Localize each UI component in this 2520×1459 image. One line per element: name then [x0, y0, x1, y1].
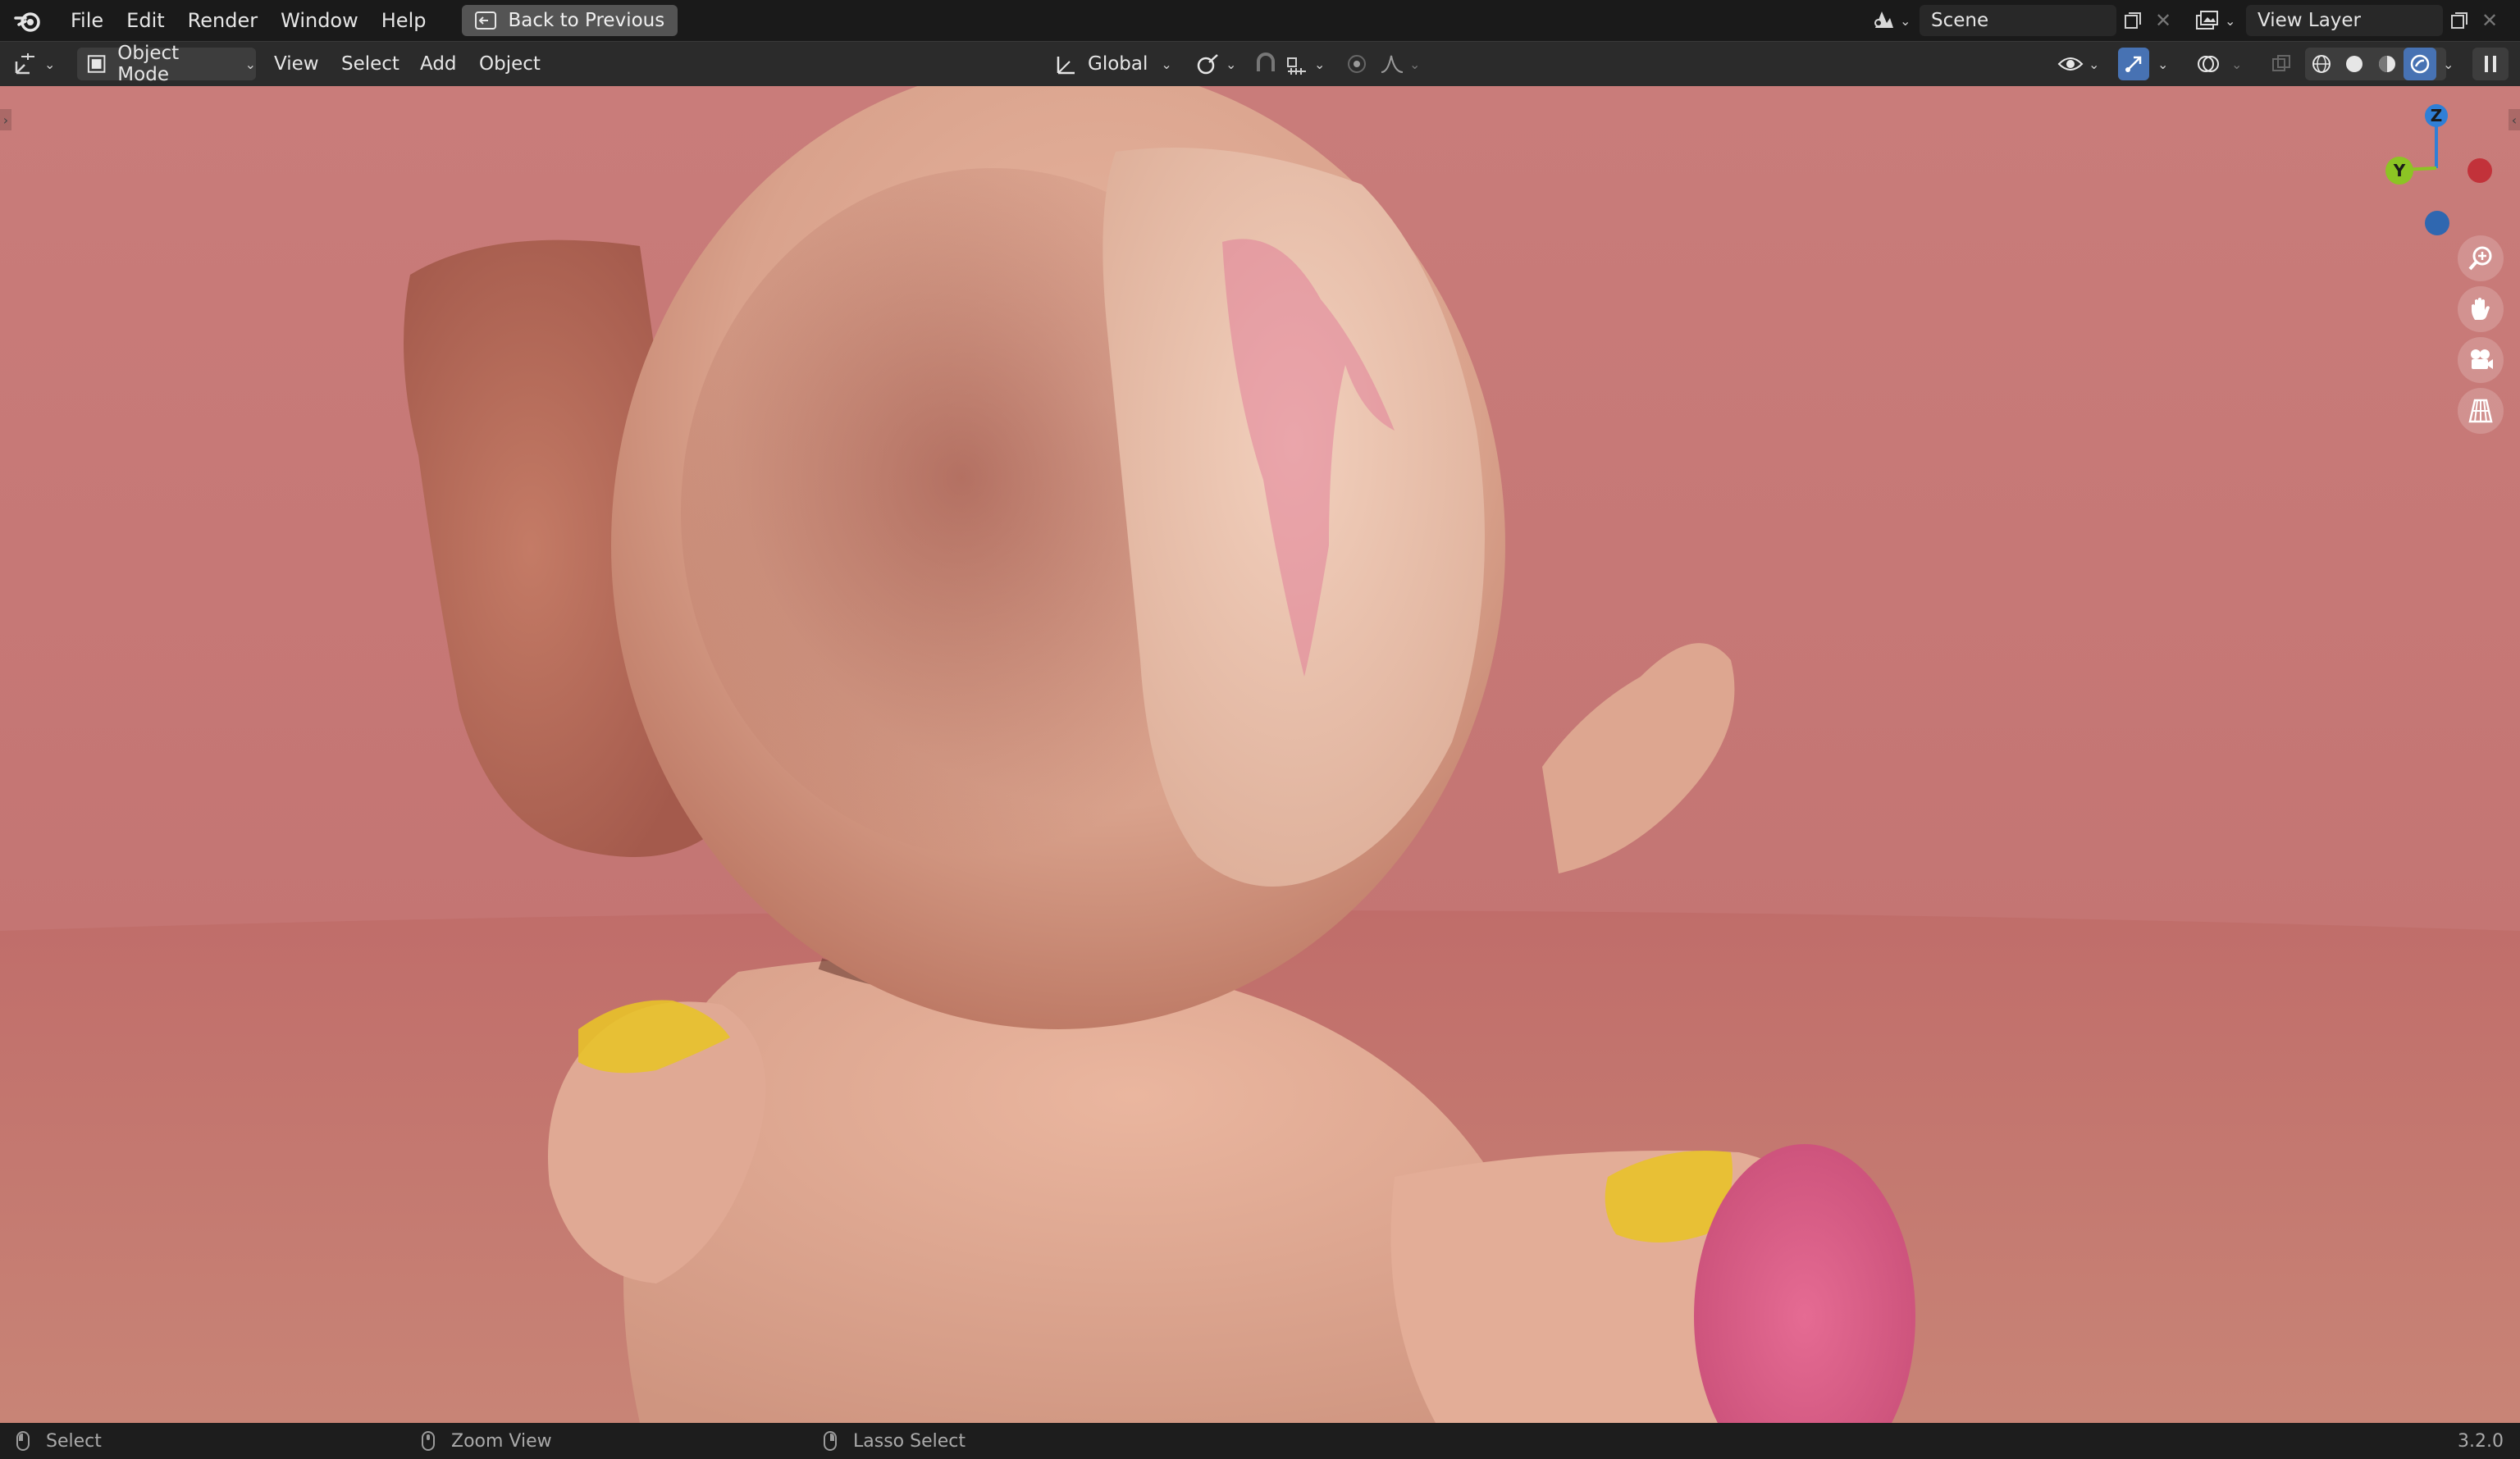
rendered-scene	[0, 86, 2520, 1423]
version-label: 3.2.0	[2458, 1430, 2504, 1452]
camera-view-button[interactable]	[2458, 337, 2504, 383]
view-layer-field[interactable]: View Layer	[2246, 5, 2443, 36]
mode-label: Object Mode	[117, 43, 180, 85]
axes-icon	[15, 53, 34, 75]
status-select-hint: Select	[16, 1423, 102, 1459]
menu-render[interactable]: Render	[176, 0, 269, 41]
view-layer-type-icon[interactable]: ⌄	[2195, 7, 2241, 34]
proportional-falloff-dropdown[interactable]: ⌄	[1380, 48, 1429, 80]
header-menu-select[interactable]: Select	[341, 48, 399, 80]
pivot-point-dropdown[interactable]: ⌄	[1196, 48, 1242, 80]
status-lasso-label: Lasso Select	[853, 1430, 966, 1452]
snap-toggle[interactable]	[1253, 48, 1283, 80]
mouse-middle-icon	[422, 1431, 435, 1451]
overlays-toggle[interactable]	[2192, 48, 2225, 80]
snap-increment-icon	[1287, 57, 1306, 75]
main-menu: File Edit Render Window Help	[59, 0, 437, 41]
back-icon	[475, 11, 497, 30]
viewport-header: ⌄ Object Mode ⌄ View Select Add Object G…	[0, 41, 2520, 86]
snap-target-dropdown[interactable]: ⌄	[1285, 48, 1332, 80]
gizmo-z-label: Z	[2430, 106, 2443, 125]
toolbar-toggle-arrow[interactable]: ›	[0, 109, 11, 130]
eye-icon	[2057, 57, 2084, 71]
shading-dropdown[interactable]: ⌄	[2438, 48, 2461, 80]
scene-field[interactable]: Scene	[1920, 5, 2116, 36]
pan-button[interactable]	[2458, 286, 2504, 332]
header-menu-object[interactable]: Object	[479, 48, 541, 80]
status-zoom-label: Zoom View	[451, 1430, 552, 1452]
gizmo-y-axis[interactable]: Y	[2385, 157, 2413, 185]
perspective-toggle-button[interactable]	[2458, 388, 2504, 434]
menu-edit[interactable]: Edit	[115, 0, 176, 41]
gizmo-y-label: Y	[2393, 161, 2406, 180]
zoom-icon	[2468, 246, 2492, 271]
material-icon	[2379, 56, 2395, 72]
wireframe-icon	[2312, 55, 2331, 73]
xray-icon	[2272, 55, 2290, 71]
delete-view-layer-icon[interactable]: ✕	[2477, 7, 2502, 34]
pause-render-button[interactable]	[2472, 48, 2509, 80]
zoom-button[interactable]	[2458, 235, 2504, 281]
falloff-icon	[1381, 55, 1404, 73]
shading-buttons	[2305, 48, 2446, 80]
gizmo-toggle[interactable]	[2118, 48, 2149, 80]
delete-scene-icon[interactable]: ✕	[2151, 7, 2175, 34]
transform-orientation-dropdown[interactable]: Global ⌄	[1053, 48, 1185, 80]
solid-shading-button[interactable]	[2338, 48, 2371, 80]
grid-icon	[2468, 399, 2493, 423]
mouse-right-icon	[824, 1431, 837, 1451]
view-layer-name: View Layer	[2258, 10, 2362, 31]
xray-toggle[interactable]	[2267, 48, 2295, 80]
status-select-label: Select	[46, 1430, 102, 1452]
hand-icon	[2472, 298, 2490, 320]
pause-icon	[2485, 56, 2496, 72]
gizmo-z-axis[interactable]: Z	[2425, 104, 2448, 127]
rendered-shading-button[interactable]	[2404, 48, 2436, 80]
mode-selector[interactable]: Object Mode ⌄	[77, 43, 256, 85]
gizmo-icon	[2125, 56, 2142, 72]
orientation-label: Global	[1088, 53, 1148, 75]
header-menu-view[interactable]: View	[274, 48, 319, 80]
camera-icon	[2471, 349, 2493, 369]
menu-help[interactable]: Help	[370, 0, 438, 41]
sidebar-toggle-arrow[interactable]: ‹	[2509, 109, 2520, 130]
back-to-previous-button[interactable]: Back to Previous	[462, 5, 678, 36]
top-bar: File Edit Render Window Help Back to Pre…	[0, 0, 2520, 41]
scene-name: Scene	[1931, 10, 1989, 31]
scene-type-icon[interactable]: ⌄	[1870, 7, 1916, 34]
orientation-icon	[1057, 57, 1075, 75]
gizmo-z-axis-negative[interactable]	[2425, 211, 2449, 235]
3d-viewport[interactable]: Z Y › ‹	[0, 86, 2520, 1423]
status-bar: Select Zoom View Lasso Select 3.2.0	[0, 1423, 2520, 1459]
new-scene-icon[interactable]	[2120, 7, 2146, 34]
navigation-gizmo[interactable]: Z Y	[2379, 103, 2494, 235]
solid-icon	[2346, 56, 2362, 72]
object-mode-icon	[87, 55, 106, 73]
status-lasso-hint: Lasso Select	[824, 1423, 966, 1459]
gizmo-dropdown[interactable]: ⌄	[2152, 48, 2175, 80]
rendered-icon	[2410, 54, 2430, 74]
material-shading-button[interactable]	[2371, 48, 2404, 80]
overlays-icon	[2198, 56, 2219, 72]
menu-window[interactable]: Window	[269, 0, 370, 41]
new-view-layer-icon[interactable]	[2446, 7, 2472, 34]
back-button-label: Back to Previous	[508, 10, 665, 31]
editor-type-button[interactable]: ⌄	[11, 48, 66, 80]
gizmo-x-axis-negative[interactable]	[2468, 158, 2492, 183]
proportional-icon	[1348, 55, 1366, 73]
mouse-left-icon	[16, 1431, 30, 1451]
menu-file[interactable]: File	[59, 0, 115, 41]
visibility-dropdown[interactable]: ⌄	[2057, 48, 2108, 80]
header-menu-add[interactable]: Add	[420, 48, 457, 80]
overlays-dropdown[interactable]: ⌄	[2226, 48, 2249, 80]
wireframe-shading-button[interactable]	[2305, 48, 2338, 80]
magnet-icon	[1257, 52, 1275, 71]
proportional-editing-toggle[interactable]	[1345, 48, 1375, 80]
blender-logo-icon[interactable]	[11, 6, 44, 35]
pivot-icon	[1197, 54, 1218, 75]
status-zoom-hint: Zoom View	[422, 1423, 552, 1459]
